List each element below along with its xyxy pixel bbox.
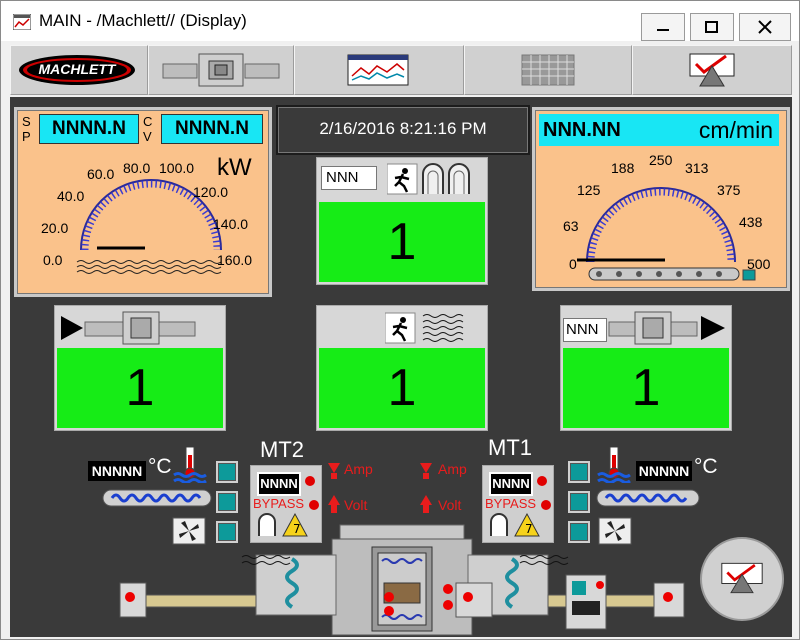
right-zone-value: 1	[631, 359, 661, 417]
toolbar: MACHLETT	[10, 45, 792, 95]
mt2-volt-label: Volt	[344, 497, 368, 513]
furnace-view-button[interactable]	[148, 45, 294, 95]
power-scale-120: 120.0	[193, 184, 229, 200]
left-zone-status: 1	[57, 348, 223, 428]
logo-text: MACHLETT	[38, 61, 116, 77]
furnace-icon	[162, 53, 280, 87]
center-zone-status: 1	[319, 348, 485, 428]
speed-scale-375: 375	[717, 182, 741, 198]
speed-scale-500: 500	[747, 256, 771, 272]
mt1-display: NNNN	[489, 472, 533, 496]
left-temp-button[interactable]	[216, 461, 238, 483]
power-gauge-panel: S P NNNN.N C V NNNN.N kW 0.0 20.0 40.0 6…	[14, 107, 272, 297]
center-zone-value: 1	[387, 359, 417, 417]
furnace-schematic	[119, 524, 685, 636]
maximize-icon	[705, 21, 718, 33]
power-scale-160: 160.0	[217, 252, 253, 268]
mt2-arrows-icon	[328, 463, 340, 513]
mt2-status: BYPASS	[253, 496, 305, 511]
checkmark-alarm-icon	[689, 53, 735, 87]
alarm-acknowledge-button[interactable]	[700, 537, 784, 621]
power-scale-20: 20.0	[41, 220, 69, 236]
mt2-indicator-1	[305, 476, 315, 486]
mt2-label: MT2	[260, 437, 304, 462]
right-temp-button[interactable]	[568, 461, 590, 483]
logo-button[interactable]: MACHLETT	[10, 45, 148, 95]
speed-scale-188: 188	[611, 160, 635, 176]
left-temp-display: NNNNN	[88, 461, 146, 481]
entry-zone-card[interactable]: NNN 1	[316, 157, 488, 285]
speed-scale-125: 125	[577, 182, 601, 198]
entry-zone-status: 1	[319, 202, 485, 282]
mt1-status: BYPASS	[485, 496, 537, 511]
right-zone-card[interactable]: NNN 1	[560, 305, 732, 431]
left-zone-value: 1	[125, 359, 155, 417]
speed-scale-0: 0	[569, 256, 577, 272]
run-heat-icon	[385, 312, 464, 344]
mt1-indicator-2	[541, 500, 551, 510]
entry-zone-tag: NNN	[321, 166, 377, 190]
right-temp-display: NNNNN	[636, 461, 692, 481]
left-zone-card[interactable]: 1	[54, 305, 226, 431]
power-scale-100: 100.0	[159, 160, 195, 176]
speed-scale-250: 250	[649, 152, 673, 168]
speed-scale-438: 438	[739, 214, 763, 230]
datetime-frame: 2/16/2016 8:21:16 PM	[276, 105, 530, 155]
entry-zone-value: 1	[387, 213, 417, 271]
process-display: S P NNNN.N C V NNNN.N kW 0.0 20.0 40.0 6…	[10, 97, 792, 637]
app-icon	[13, 14, 31, 30]
maximize-button[interactable]	[690, 13, 734, 41]
trend-button[interactable]	[294, 45, 464, 95]
mt2-amp-label: Amp	[344, 461, 373, 477]
minimize-button[interactable]	[641, 13, 685, 41]
power-scale-60: 60.0	[87, 166, 115, 182]
close-icon	[758, 20, 772, 34]
left-temp-unit: °C	[148, 455, 172, 478]
mt1-volt-label: Volt	[438, 497, 462, 513]
right-thermometer-icon	[597, 447, 631, 483]
grid-view-button[interactable]	[464, 45, 632, 95]
checkmark-alarm-icon	[721, 562, 763, 594]
power-scale-80: 80.0	[123, 160, 151, 176]
mt1-label: MT1	[488, 435, 532, 460]
close-button[interactable]	[739, 13, 791, 41]
mt2-display: NNNN	[257, 472, 301, 496]
left-thermometer-icon	[173, 447, 207, 483]
speed-gauge-panel: NNN.NN cm/min 0 63 125 188 250 313 375 4…	[532, 107, 790, 291]
right-zone-furnace-icon	[608, 311, 725, 345]
mt1-arrows-icon	[420, 463, 432, 513]
mt1-amp-label: Amp	[438, 461, 467, 477]
right-temp-unit: °C	[694, 455, 718, 478]
power-scale-40: 40.0	[57, 188, 85, 204]
mt2-indicator-2	[309, 500, 319, 510]
left-cooling-button[interactable]	[216, 491, 238, 513]
minimize-icon	[657, 29, 669, 31]
power-scale-140: 140.0	[213, 216, 249, 232]
speed-scale-313: 313	[685, 160, 709, 176]
app-window: MAIN - /Machlett// (Display) MACHLETT S …	[0, 0, 800, 640]
run-doors-icon	[387, 163, 470, 195]
window-title: MAIN - /Machlett// (Display)	[39, 11, 247, 30]
power-scale-0: 0.0	[43, 252, 63, 268]
right-cooling-button[interactable]	[568, 491, 590, 513]
left-cooling-pipe-icon	[102, 489, 212, 507]
acknowledge-button[interactable]	[632, 45, 792, 95]
trend-chart-icon	[347, 54, 409, 86]
right-cooling-pipe-icon	[596, 489, 700, 507]
speed-scale-63: 63	[563, 218, 579, 234]
grid-table-icon	[521, 54, 575, 86]
datetime-text: 2/16/2016 8:21:16 PM	[319, 119, 487, 138]
title-bar: MAIN - /Machlett// (Display)	[1, 1, 799, 41]
left-zone-furnace-icon	[61, 311, 196, 345]
center-zone-card[interactable]: 1	[316, 305, 488, 431]
mt1-indicator-1	[537, 476, 547, 486]
right-zone-status: 1	[563, 348, 729, 428]
